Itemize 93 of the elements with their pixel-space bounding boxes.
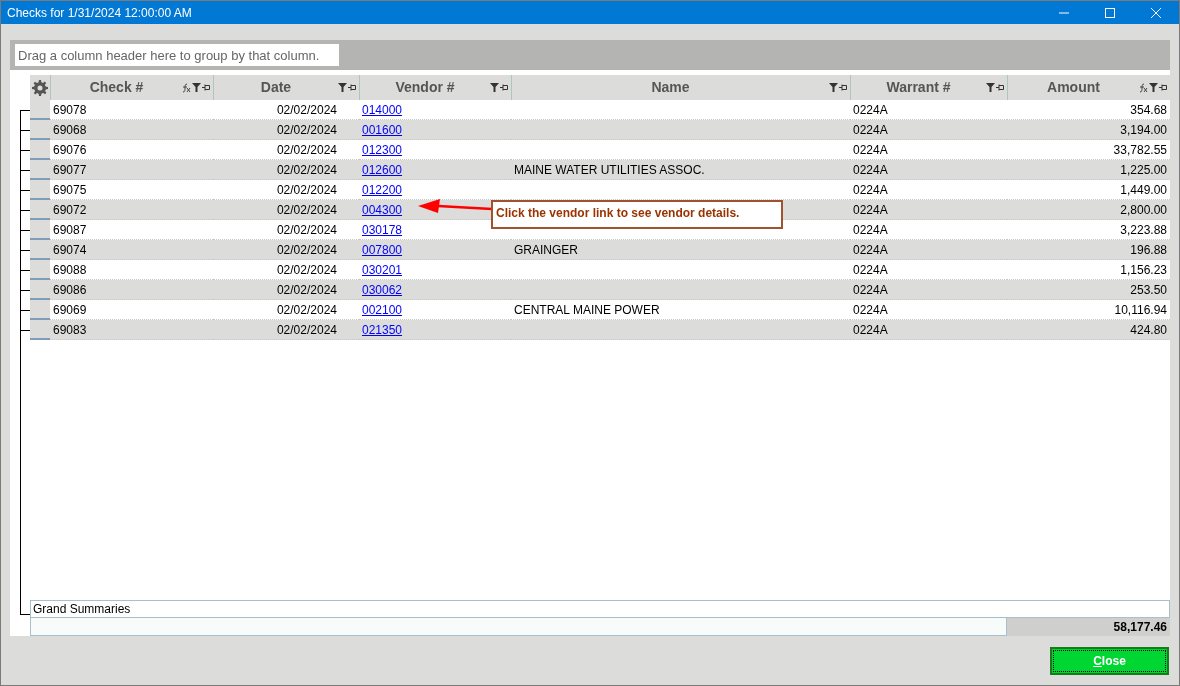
table-cell: 02/02/2024: [276, 183, 337, 197]
table-cell: 33,782.55: [1113, 143, 1167, 157]
table-cell: 69069: [53, 303, 87, 317]
table-cell: 3,194.00: [1120, 123, 1167, 137]
callout-note: Click the vendor link to see vendor details.: [491, 200, 783, 229]
table-cell: 69083: [53, 323, 87, 337]
vendor-link[interactable]: 001600: [362, 123, 403, 137]
group-by-field[interactable]: Drag a column header here to group by that column.: [15, 44, 339, 66]
column-header[interactable]: Date: [213, 75, 359, 100]
filter-icon[interactable]: [338, 83, 347, 92]
vendor-link[interactable]: 014000: [362, 103, 403, 117]
table-cell: 02/02/2024: [276, 263, 337, 277]
table-cell: 69068: [53, 123, 87, 137]
table-cell: 0224A: [853, 283, 888, 297]
table-cell: 1,225.00: [1120, 163, 1167, 177]
table-cell: 196.88: [1130, 243, 1167, 257]
table-cell: MAINE WATER UTILITIES ASSOC.: [514, 163, 705, 177]
table-cell: 02/02/2024: [276, 323, 337, 337]
table-cell: 0224A: [853, 243, 888, 257]
vendor-link[interactable]: 012600: [362, 163, 403, 177]
table-cell: 69072: [53, 203, 87, 217]
table-cell: 69076: [53, 143, 87, 157]
table-cell: 69088: [53, 263, 87, 277]
table-cell: 424.80: [1130, 323, 1167, 337]
table-cell: 10,116.94: [1114, 303, 1167, 317]
pin-icon[interactable]: [996, 84, 1004, 91]
filter-icon[interactable]: [192, 83, 201, 92]
vendor-link[interactable]: 012200: [362, 183, 403, 197]
table-cell: 02/02/2024: [276, 283, 337, 297]
pin-icon[interactable]: [1159, 84, 1167, 91]
table-cell: 354.68: [1130, 103, 1167, 117]
table-cell: 0224A: [853, 163, 888, 177]
vendor-link[interactable]: 030062: [362, 283, 403, 297]
minimize-icon: [1059, 11, 1069, 14]
maximize-icon: [1105, 7, 1115, 18]
table-cell: 69078: [53, 103, 87, 117]
table-cell: 02/02/2024: [276, 163, 337, 177]
table-cell: 02/02/2024: [276, 303, 337, 317]
column-header[interactable]: Warrant #: [850, 75, 1007, 100]
table-cell: 0224A: [853, 303, 888, 317]
table-cell: 02/02/2024: [276, 223, 337, 237]
table-cell: 02/02/2024: [276, 243, 337, 257]
pin-icon[interactable]: [202, 84, 210, 91]
filter-icon[interactable]: [829, 83, 838, 92]
table-cell: 69077: [53, 163, 87, 177]
table-cell: 02/02/2024: [276, 123, 337, 137]
table-cell: 1,156.23: [1120, 263, 1167, 277]
table-cell: 69087: [53, 223, 87, 237]
column-chooser-button[interactable]: [30, 75, 50, 100]
filter-icon[interactable]: [490, 83, 499, 92]
table-cell: 1,449.00: [1120, 183, 1167, 197]
vendor-link[interactable]: 002100: [362, 303, 403, 317]
settings-icon: [32, 79, 48, 96]
table-cell: 3,223.88: [1120, 223, 1167, 237]
grand-total-cell: 58,177.46: [1007, 618, 1170, 636]
table-cell: 02/02/2024: [276, 203, 337, 217]
summary-label: Grand Summaries: [33, 601, 131, 618]
table-cell: 0224A: [853, 203, 888, 217]
table-cell: 253.50: [1130, 283, 1167, 297]
function-icon[interactable]: [182, 82, 191, 93]
filter-icon[interactable]: [1149, 83, 1158, 92]
table-cell: CENTRAL MAINE POWER: [514, 303, 660, 317]
pin-icon[interactable]: [500, 84, 508, 91]
table-cell: 0224A: [853, 323, 888, 337]
close-icon: [1151, 7, 1161, 18]
table-cell: 0224A: [853, 223, 888, 237]
window-title: Checks for 1/31/2024 12:00:00 AM: [6, 4, 193, 22]
vendor-link[interactable]: 004300: [362, 203, 403, 217]
table-cell: 0224A: [853, 183, 888, 197]
filter-icon[interactable]: [986, 83, 995, 92]
column-header[interactable]: Vendor #: [359, 75, 511, 100]
vendor-link[interactable]: 030178: [362, 223, 403, 237]
column-header[interactable]: Name: [511, 75, 850, 100]
column-header[interactable]: Amount: [1007, 75, 1170, 100]
table-cell: 0224A: [853, 123, 888, 137]
table-cell: 0224A: [853, 103, 888, 117]
pin-icon[interactable]: [348, 84, 356, 91]
table-cell: 02/02/2024: [276, 103, 337, 117]
table-cell: GRAINGER: [514, 243, 578, 257]
vendor-link[interactable]: 021350: [362, 323, 403, 337]
vendor-link[interactable]: 012300: [362, 143, 403, 157]
table-cell: 69086: [53, 283, 87, 297]
table-cell: 2,800.00: [1120, 203, 1167, 217]
vendor-link[interactable]: 030201: [362, 263, 403, 277]
table-cell: 02/02/2024: [276, 143, 337, 157]
table-cell: 69074: [53, 243, 87, 257]
vendor-link[interactable]: 007800: [362, 243, 403, 257]
table-cell: 0224A: [853, 143, 888, 157]
pin-icon[interactable]: [839, 84, 847, 91]
table-cell: 0224A: [853, 263, 888, 277]
table-cell: 69075: [53, 183, 87, 197]
column-header[interactable]: Check #: [50, 75, 213, 100]
function-icon[interactable]: [1139, 82, 1148, 93]
